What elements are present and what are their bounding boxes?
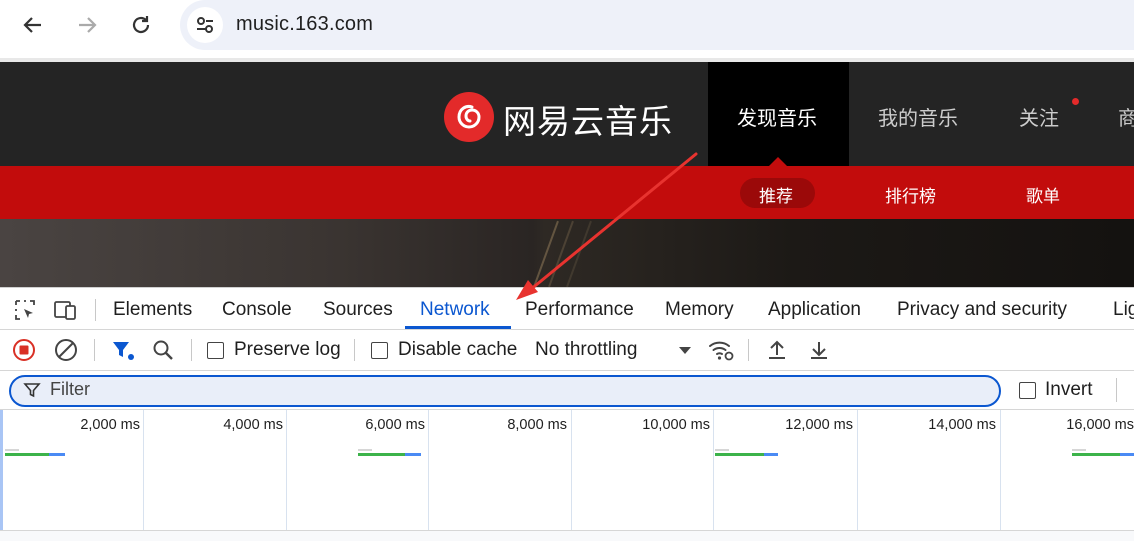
- request-list-header: [0, 531, 1134, 541]
- sub-nav-playlists[interactable]: 歌单: [1026, 182, 1060, 207]
- invert-label[interactable]: Invert: [1045, 379, 1093, 401]
- timeline-gridline: [428, 410, 429, 530]
- site-info-icon: [197, 17, 213, 33]
- timeline-tick-label: 10,000 ms: [642, 417, 710, 433]
- sub-nav-charts[interactable]: 排行榜: [885, 182, 936, 207]
- timeline-tick-label: 2,000 ms: [80, 417, 140, 433]
- tab-console[interactable]: Console: [222, 299, 292, 321]
- search-button[interactable]: [151, 338, 175, 362]
- netease-music-logo-icon[interactable]: [444, 92, 494, 142]
- import-har-button[interactable]: [765, 338, 789, 362]
- timeline-gridline: [143, 410, 144, 530]
- reload-button[interactable]: [124, 8, 158, 42]
- timeline-gridline: [713, 410, 714, 530]
- tab-divider: [95, 299, 96, 321]
- sub-nav-recommend[interactable]: 推荐: [759, 182, 793, 207]
- browser-toolbar: music.163.com: [0, 0, 1134, 56]
- nav-discover-music[interactable]: 发现音乐: [737, 102, 817, 131]
- throttling-select[interactable]: No throttling: [535, 339, 637, 361]
- back-arrow-icon: [23, 17, 41, 33]
- network-conditions-button[interactable]: [707, 337, 735, 363]
- nav-mall[interactable]: 商: [1118, 102, 1134, 131]
- record-stop-icon: [13, 339, 35, 361]
- clear-icon: [55, 339, 77, 361]
- timeline-selection-handle[interactable]: [0, 410, 3, 530]
- tab-privacy-and-security[interactable]: Privacy and security: [897, 299, 1067, 321]
- request-bar-queued: [715, 449, 729, 451]
- toolbar-divider: [191, 339, 192, 361]
- dropdown-triangle-icon: [679, 347, 691, 354]
- site-info-button[interactable]: [187, 7, 223, 43]
- tab-lighthouse[interactable]: Lig: [1113, 299, 1134, 321]
- toolbar-divider: [748, 339, 749, 361]
- active-nav-caret: [769, 157, 787, 166]
- request-bar-queued: [1072, 449, 1086, 451]
- upload-icon: [769, 340, 785, 359]
- request-bar-waiting: [1072, 453, 1120, 456]
- banner-image[interactable]: [0, 219, 1134, 287]
- request-bar-download: [49, 453, 65, 456]
- notification-dot: [1072, 98, 1079, 105]
- invert-checkbox[interactable]: [1019, 382, 1036, 399]
- tab-network[interactable]: Network: [420, 299, 490, 321]
- request-bar-waiting: [715, 453, 764, 456]
- request-bar-waiting: [5, 453, 49, 456]
- inspect-cursor-icon: [15, 300, 35, 320]
- stop-recording-button[interactable]: [12, 338, 36, 362]
- timeline-tick-label: 6,000 ms: [365, 417, 425, 433]
- inspect-element-button[interactable]: [12, 297, 38, 323]
- request-bar-waiting: [358, 453, 405, 456]
- request-bar-queued: [358, 449, 372, 451]
- throttling-dropdown-arrow[interactable]: [676, 340, 694, 360]
- filter-divider: [1116, 378, 1117, 402]
- reload-icon: [132, 16, 150, 34]
- disable-cache-label[interactable]: Disable cache: [398, 339, 517, 361]
- preserve-log-checkbox[interactable]: [207, 342, 224, 359]
- tabbar-divider: [0, 329, 1134, 330]
- tab-elements[interactable]: Elements: [113, 299, 192, 321]
- timeline-gridline: [857, 410, 858, 530]
- timeline-tick-label: 4,000 ms: [223, 417, 283, 433]
- nav-follow[interactable]: 关注: [1019, 102, 1059, 131]
- timeline-tick-label: 12,000 ms: [785, 417, 853, 433]
- preserve-log-label[interactable]: Preserve log: [234, 339, 341, 361]
- timeline-tick-label: 14,000 ms: [928, 417, 996, 433]
- clear-log-button[interactable]: [54, 338, 78, 362]
- request-bar-download: [1120, 453, 1134, 456]
- filter-placeholder[interactable]: Filter: [50, 379, 90, 400]
- forward-button[interactable]: [70, 8, 104, 42]
- filter-toggle-button[interactable]: [110, 338, 136, 362]
- device-mode-icon: [54, 301, 76, 320]
- filter-input[interactable]: [9, 375, 1001, 407]
- timeline-gridline: [571, 410, 572, 530]
- timeline-gridline: [1000, 410, 1001, 530]
- tab-application[interactable]: Application: [768, 299, 861, 321]
- device-toolbar-button[interactable]: [52, 297, 80, 323]
- tab-memory[interactable]: Memory: [665, 299, 734, 321]
- request-bar-queued: [5, 449, 19, 451]
- tab-sources[interactable]: Sources: [323, 299, 393, 321]
- search-icon: [153, 340, 173, 360]
- timeline-tick-label: 8,000 ms: [507, 417, 567, 433]
- wifi-settings-icon: [709, 341, 734, 361]
- download-icon: [811, 342, 827, 359]
- forward-arrow-icon: [79, 17, 97, 33]
- toolbar-divider: [354, 339, 355, 361]
- toolbar-divider: [94, 339, 95, 361]
- timeline-gridline: [286, 410, 287, 530]
- request-bar-download: [764, 453, 778, 456]
- sub-navigation-bar: [0, 166, 1134, 219]
- filter-funnel-icon: [22, 380, 42, 400]
- filter-funnel-icon: [113, 342, 134, 360]
- url-text[interactable]: music.163.com: [236, 13, 373, 36]
- nav-my-music[interactable]: 我的音乐: [878, 102, 958, 131]
- tab-performance[interactable]: Performance: [525, 299, 634, 321]
- disable-cache-checkbox[interactable]: [371, 342, 388, 359]
- timeline-tick-label: 16,000 ms: [1066, 417, 1134, 433]
- site-logo-text[interactable]: 网易云音乐: [503, 95, 673, 143]
- back-button[interactable]: [16, 8, 50, 42]
- request-bar-download: [405, 453, 421, 456]
- toolbar-bottom-divider: [0, 370, 1134, 371]
- export-har-button[interactable]: [807, 338, 831, 362]
